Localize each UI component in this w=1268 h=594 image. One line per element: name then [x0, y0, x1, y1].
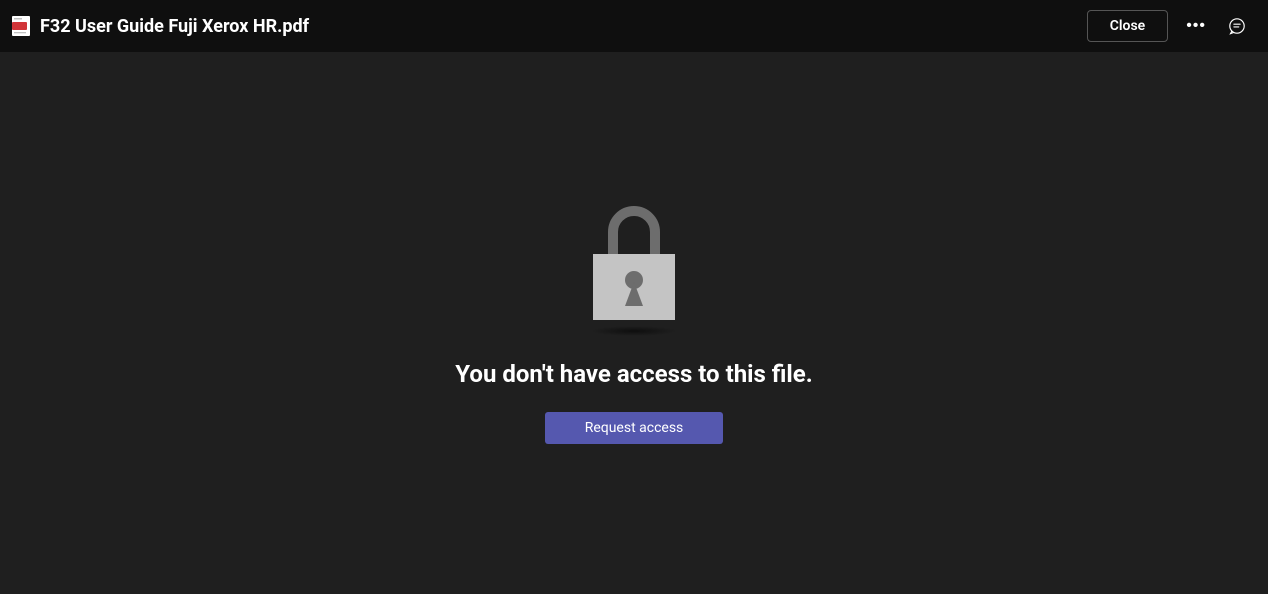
file-title: F32 User Guide Fuji Xerox HR.pdf — [40, 16, 1087, 37]
access-error-message: You don't have access to this file. — [455, 360, 812, 388]
more-horizontal-icon: ••• — [1186, 18, 1206, 34]
lock-illustration — [591, 202, 677, 336]
chat-button[interactable] — [1224, 13, 1250, 39]
more-options-button[interactable]: ••• — [1182, 14, 1210, 38]
chat-icon — [1228, 17, 1246, 35]
header-actions: Close ••• — [1087, 10, 1250, 42]
header-bar: F32 User Guide Fuji Xerox HR.pdf Close •… — [0, 0, 1268, 52]
request-access-button[interactable]: Request access — [545, 412, 724, 444]
close-button[interactable]: Close — [1087, 10, 1168, 42]
pdf-file-icon — [12, 16, 30, 36]
lock-icon — [593, 202, 675, 320]
main-content: You don't have access to this file. Requ… — [0, 52, 1268, 594]
lock-shadow — [591, 326, 677, 336]
